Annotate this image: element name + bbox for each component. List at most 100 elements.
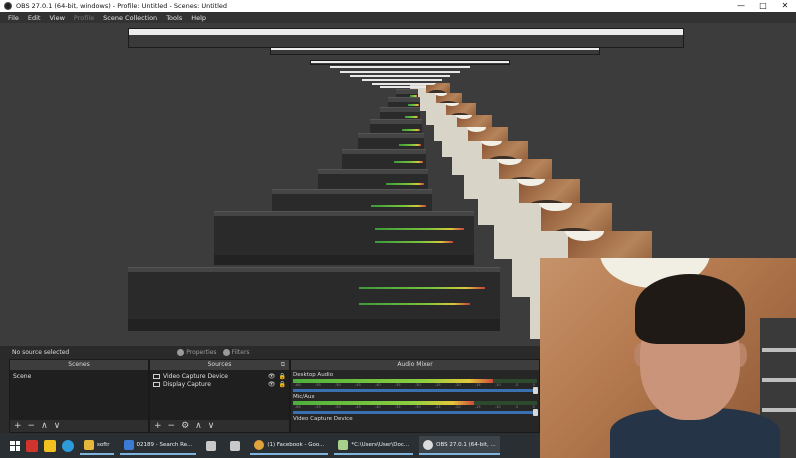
menu-view[interactable]: View: [49, 14, 64, 22]
meter-scale: -60 -55 -50 -45 -40 -35 -30 -25 -20 -15 -10 -5 0: [295, 405, 535, 409]
filter-icon: [222, 349, 230, 356]
audio-mixer-title: Audio Mixer: [397, 361, 433, 368]
nested-obs-docks: [128, 267, 500, 331]
nested-dock-header: [358, 134, 424, 138]
move-source-up-button[interactable]: ∧: [195, 421, 202, 431]
nested-titlebar-line: [340, 71, 460, 73]
lock-icon[interactable]: 🔒: [279, 381, 286, 388]
nested-titlebar-line: [350, 75, 450, 77]
bug-icon[interactable]: [26, 439, 38, 452]
nested-meter: [386, 182, 424, 185]
audio-mixer-header: Audio Mixer: [291, 360, 539, 370]
mixer-channel: Video Capture Device: [293, 416, 537, 423]
sources-list: Video Capture Device 👁 🔒 Display Capture …: [150, 370, 289, 420]
nested-titlebar: [271, 48, 599, 51]
sources-dock: Sources ⧉ Video Capture Device 👁 🔒 Displa…: [149, 359, 290, 433]
menu-file[interactable]: File: [8, 14, 19, 22]
person-hair: [635, 274, 745, 344]
maximize-button[interactable]: □: [752, 0, 774, 12]
nested-dock-header: [396, 90, 418, 94]
add-source-button[interactable]: +: [154, 421, 162, 431]
minimize-button[interactable]: —: [730, 0, 752, 12]
move-scene-up-button[interactable]: ∧: [41, 421, 48, 431]
nested-meter: [407, 104, 419, 107]
source-item[interactable]: Video Capture Device 👁 🔒: [153, 372, 286, 380]
menu-tools[interactable]: Tools: [166, 14, 182, 22]
nested-taskbar: [214, 255, 474, 265]
move-scene-down-button[interactable]: ∨: [54, 421, 61, 431]
nested-titlebar-line: [330, 66, 470, 68]
nested-taskbar: [128, 319, 500, 331]
nested-titlebar-line: [372, 83, 432, 85]
taskbar-item[interactable]: OBS 27.0.1 (64-bit, ...: [419, 436, 500, 455]
menu-bar: File Edit View Profile Scene Collection …: [0, 12, 796, 23]
taskbar-item[interactable]: *C:\Users\User\Doc...: [334, 436, 414, 455]
shelf-shape: [762, 348, 796, 352]
scenes-footer: + − ∧ ∨: [10, 420, 148, 432]
taskbar-item[interactable]: (1) Facebook - Goo...: [250, 436, 329, 455]
eye-icon[interactable]: 👁: [268, 381, 276, 388]
nested-dock-header: [370, 120, 422, 124]
volume-slider[interactable]: [293, 409, 538, 416]
nested-dock-header: [388, 98, 420, 102]
nested-titlebar-line: [362, 79, 442, 81]
taskbar-item[interactable]: 02189 - Search Re...: [119, 436, 197, 455]
edge-icon[interactable]: [62, 439, 74, 452]
taskbar-item-label: (1) Facebook - Goo...: [267, 441, 325, 448]
close-button[interactable]: ✕: [774, 0, 796, 12]
mixer-channel: Mic/Aux -60 -55 -50 -45 -40 -35 -30 -25 -20 -15 -10…: [293, 394, 538, 416]
taskbar-item[interactable]: [226, 436, 244, 455]
mixer-channel-name: Mic/Aux: [293, 394, 315, 400]
nested-dock-header: [342, 150, 426, 154]
taskbar-item[interactable]: softr: [80, 436, 114, 455]
menu-profile[interactable]: Profile: [74, 14, 94, 22]
menu-edit[interactable]: Edit: [28, 14, 41, 22]
remove-source-button[interactable]: −: [168, 421, 176, 431]
add-scene-button[interactable]: +: [14, 421, 22, 431]
folder-icon: [84, 439, 94, 450]
nested-window-frame: [310, 60, 510, 65]
mixer-channel: Desktop Audio -60 -55 -50 -45 -40 -35 -30 -25 -20…: [293, 372, 538, 394]
taskbar-item-label: *C:\Users\User\Doc...: [351, 441, 410, 448]
nested-dock-header: [380, 108, 420, 112]
audio-mixer-dock: Audio Mixer Desktop Audio -60 -55 -50 -45 -40…: [290, 359, 540, 433]
nested-window-frame: [128, 28, 684, 48]
windows-start-icon[interactable]: [10, 440, 20, 451]
obs-icon: [423, 439, 434, 450]
sources-footer: + − ⚙ ∧ ∨: [150, 420, 289, 432]
source-item-label: Video Capture Device: [163, 372, 229, 380]
dock-float-icon[interactable]: ⧉: [281, 360, 285, 370]
nested-meter: [371, 204, 426, 207]
window-titlebar: OBS 27.0.1 (64-bit, windows) - Profile: …: [0, 0, 796, 12]
document-icon: [123, 439, 134, 450]
properties-button[interactable]: Properties: [177, 349, 217, 356]
volume-meter: [293, 401, 537, 405]
gear-icon: [177, 349, 185, 356]
nested-dock-header: [214, 212, 474, 216]
eye-icon[interactable]: 👁: [268, 373, 276, 380]
scenes-title: Scenes: [68, 361, 90, 368]
menu-scene-collection[interactable]: Scene Collection: [103, 14, 157, 22]
lightning-icon[interactable]: [44, 439, 56, 452]
source-item[interactable]: Display Capture 👁 🔒: [153, 380, 286, 388]
volume-slider[interactable]: [293, 387, 538, 394]
remove-scene-button[interactable]: −: [28, 421, 36, 431]
volume-slider-handle[interactable]: [533, 409, 538, 416]
move-source-down-button[interactable]: ∨: [208, 421, 215, 431]
menu-help[interactable]: Help: [191, 14, 206, 22]
tool-icon: [206, 440, 217, 451]
taskbar-item[interactable]: [202, 436, 220, 455]
filters-button[interactable]: Filters: [222, 349, 250, 356]
nested-titlebar: [311, 61, 509, 63]
source-item-label: Display Capture: [163, 380, 211, 388]
scene-item[interactable]: Scene: [13, 372, 145, 380]
lock-icon[interactable]: 🔒: [279, 373, 286, 380]
taskbar-item-label: softr: [97, 441, 110, 448]
obs-app-icon: [4, 2, 12, 10]
source-toolbar: No source selected Properties Filters: [0, 346, 540, 359]
source-properties-button[interactable]: ⚙: [181, 421, 189, 431]
volume-slider-handle[interactable]: [533, 387, 538, 394]
scenes-dock-header: Scenes: [10, 360, 148, 370]
camera-tile-shape: [467, 127, 486, 132]
volume-meter: [293, 379, 537, 383]
